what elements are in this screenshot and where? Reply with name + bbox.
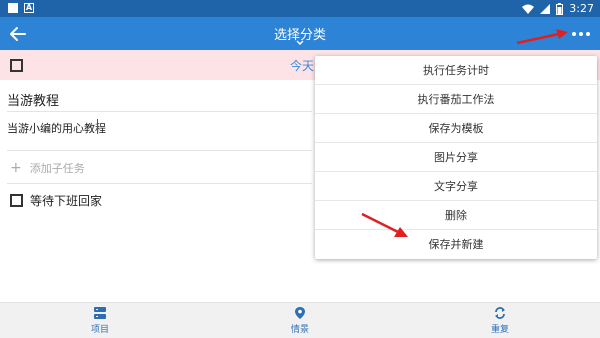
menu-item-delete[interactable]: 删除 (315, 201, 597, 230)
note-divider (7, 150, 312, 151)
nav-item-repeat[interactable]: 重复 (470, 306, 530, 335)
status-time: 3:27 (569, 2, 594, 15)
subtask-checkbox[interactable] (10, 194, 23, 207)
notification-a-icon: A (24, 3, 34, 13)
task-note[interactable]: 当游小编的用心教程 (7, 120, 106, 136)
sync-icon (495, 307, 505, 319)
annotation-arrow-icon (361, 212, 408, 237)
notification-square-icon (8, 3, 18, 13)
nav-item-context[interactable]: 情景 (270, 306, 330, 335)
menu-item-save-and-new[interactable]: 保存并新建 (315, 230, 597, 259)
signal-icon (540, 3, 551, 14)
status-notifications: A (8, 3, 34, 13)
more-dot-icon (579, 32, 583, 36)
more-options-button[interactable] (570, 25, 592, 43)
title-divider (7, 111, 312, 112)
status-bar: A 3:27 (0, 0, 600, 17)
menu-item-pomodoro[interactable]: 执行番茄工作法 (315, 85, 597, 114)
battery-icon (556, 2, 564, 15)
nav-label-project: 项目 (90, 325, 109, 335)
subtask-text[interactable]: 等待下班回家 (30, 192, 102, 209)
plus-icon: + (10, 160, 22, 176)
menu-item-text-share[interactable]: 文字分享 (315, 172, 597, 201)
more-dot-icon (586, 32, 590, 36)
nav-item-project[interactable]: 项目 (70, 306, 130, 335)
subtask-divider (7, 183, 312, 184)
status-indicators: 3:27 (522, 1, 594, 16)
add-subtask-label: 添加子任务 (29, 162, 85, 175)
annotation-arrow-icon (516, 29, 568, 45)
more-dot-icon (572, 32, 576, 36)
add-subtask-button[interactable]: + 添加子任务 (10, 160, 85, 176)
menu-item-save-template[interactable]: 保存为模板 (315, 114, 597, 143)
today-checkbox[interactable] (10, 59, 23, 72)
bottom-navigation: 项目 情景 重复 (0, 302, 600, 338)
task-title[interactable]: 当游教程 (7, 90, 59, 109)
chevron-down-icon[interactable] (295, 39, 305, 47)
app-bar: 选择分类 (0, 17, 600, 50)
today-label[interactable]: 今天 (290, 57, 314, 74)
storage-icon (94, 307, 106, 319)
wifi-icon (522, 4, 535, 14)
menu-item-image-share[interactable]: 图片分享 (315, 143, 597, 172)
nav-label-context: 情景 (290, 325, 309, 335)
text-cursor (97, 119, 98, 134)
nav-label-repeat: 重复 (490, 325, 509, 335)
menu-item-task-timer[interactable]: 执行任务计时 (315, 56, 597, 85)
overflow-menu: 执行任务计时 执行番茄工作法 保存为模板 图片分享 文字分享 删除 保存并新建 (315, 56, 597, 259)
location-pin-icon (295, 307, 305, 319)
